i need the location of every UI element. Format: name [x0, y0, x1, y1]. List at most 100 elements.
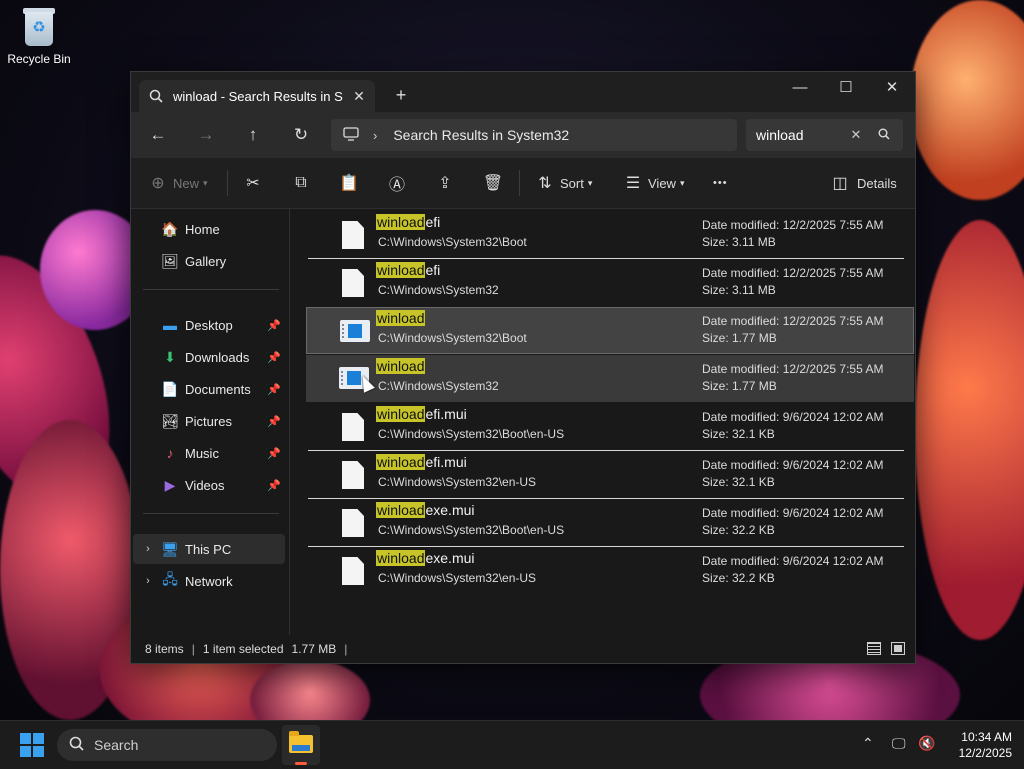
pin-icon: 📌	[267, 383, 281, 396]
file-name: winloadefi.mui	[376, 406, 467, 422]
taskbar-search[interactable]: Search	[57, 729, 277, 761]
sidebar-item-desktop[interactable]: ▬ Desktop 📌	[133, 310, 285, 340]
list-item[interactable]: winloadexe.mui C:\Windows\System32\Boot\…	[306, 499, 914, 547]
sidebar-divider	[143, 289, 279, 290]
clear-search-icon[interactable]: ✕	[848, 127, 864, 143]
list-item-selected[interactable]: winload C:\Windows\System32\Boot Date mo…	[306, 307, 914, 354]
match-highlight: winload	[376, 262, 426, 278]
sidebar-item-videos[interactable]: ▶ Videos 📌	[133, 470, 285, 500]
forward-button[interactable]: →	[191, 121, 221, 149]
sidebar-item-gallery[interactable]: 🖼 Gallery	[133, 246, 285, 276]
document-icon	[342, 461, 364, 489]
taskbar: Search ⌃ 🖵 🔇 10:34 AM 12/2/2025	[0, 720, 1024, 769]
search-results-list: winloadefi C:\Windows\System32\Boot Date…	[290, 209, 915, 635]
list-item[interactable]: winloadexe.mui C:\Windows\System32\en-US…	[306, 547, 914, 594]
search-box[interactable]: winload ✕	[746, 119, 903, 151]
list-item[interactable]: winloadefi C:\Windows\System32\Boot Date…	[306, 211, 914, 259]
start-button[interactable]	[20, 733, 44, 757]
network-status-icon[interactable]: 🖵	[892, 735, 906, 752]
rename-button[interactable]: Ⓐ	[386, 168, 408, 198]
match-highlight: winload	[376, 310, 426, 326]
file-name: winloadefi.mui	[376, 454, 467, 470]
recycle-bin-label: Recycle Bin	[7, 52, 71, 66]
list-item[interactable]: winloadefi.mui C:\Windows\System32\en-US…	[306, 451, 914, 499]
file-name-rest: exe.mui	[425, 550, 475, 566]
file-path: C:\Windows\System32\en-US	[378, 571, 537, 585]
document-icon	[342, 509, 364, 537]
tab-title: winload - Search Results in Sy	[173, 88, 343, 104]
new-button[interactable]: ⊕ New ▾	[147, 168, 207, 198]
chevron-right-icon[interactable]: ›	[373, 128, 377, 143]
list-item[interactable]: winloadefi C:\Windows\System32 Date modi…	[306, 259, 914, 306]
list-item[interactable]: winloadefi.mui C:\Windows\System32\Boot\…	[306, 403, 914, 451]
file-name-rest: efi.mui	[425, 454, 467, 470]
sidebar-item-label: Pictures	[185, 413, 232, 429]
file-name-rest: efi.mui	[425, 406, 467, 422]
details-pane-icon: ◫	[832, 175, 848, 192]
copy-button[interactable]: ⧉	[290, 168, 312, 198]
desktop-folder-icon: ▬	[163, 317, 177, 333]
cut-button[interactable]: ✂	[242, 168, 264, 198]
details-view-icon[interactable]	[867, 642, 881, 655]
chevron-right-icon[interactable]: ›	[141, 575, 155, 587]
sidebar-item-label: Videos	[185, 477, 225, 493]
more-options-button[interactable]: •••	[713, 168, 728, 198]
tab-search-results[interactable]: winload - Search Results in Sy ✕	[139, 80, 375, 112]
recycle-bin-shortcut[interactable]: ♻ Recycle Bin	[6, 6, 72, 66]
pin-icon: 📌	[267, 479, 281, 492]
documents-icon: 📄	[161, 380, 179, 397]
date-modified: Date modified: 12/2/2025 7:55 AM	[702, 266, 884, 280]
sort-button[interactable]: ⇅ Sort ▾	[534, 168, 592, 198]
sidebar-item-label: Music	[185, 445, 219, 461]
document-icon	[342, 413, 364, 441]
chevron-right-icon[interactable]: ›	[141, 543, 155, 555]
view-list-icon: ☰	[625, 175, 641, 192]
paste-button[interactable]: 📋	[338, 168, 360, 198]
sidebar-item-network[interactable]: › 🖧 Network	[133, 566, 285, 596]
file-name-rest: efi	[425, 262, 441, 278]
share-button[interactable]: ⇪	[434, 168, 456, 198]
system-clock[interactable]: 10:34 AM 12/2/2025	[940, 729, 1012, 761]
search-input[interactable]: winload	[756, 127, 836, 143]
list-item[interactable]: winload C:\Windows\System32 Date modifie…	[306, 355, 914, 402]
file-path: C:\Windows\System32	[378, 283, 499, 297]
pin-icon: 📌	[267, 415, 281, 428]
details-label: Details	[857, 175, 897, 191]
sidebar-item-downloads[interactable]: ⬇ Downloads 📌	[133, 342, 285, 372]
tiles-view-icon[interactable]	[891, 642, 905, 655]
breadcrumb[interactable]: Search Results in System32	[393, 127, 569, 143]
volume-muted-icon[interactable]: 🔇	[918, 735, 935, 752]
address-bar[interactable]: › Search Results in System32	[331, 119, 737, 151]
file-size: Size: 3.11 MB	[702, 235, 776, 249]
show-hidden-icons-button[interactable]: ⌃	[862, 735, 874, 752]
minimize-button[interactable]: —	[777, 72, 823, 102]
sidebar-item-pictures[interactable]: 🏞 Pictures 📌	[133, 406, 285, 436]
close-tab-icon[interactable]: ✕	[349, 86, 369, 106]
details-pane-button[interactable]: ◫ Details	[829, 168, 897, 198]
delete-button[interactable]: 🗑	[482, 168, 504, 198]
date-modified: Date modified: 9/6/2024 12:02 AM	[702, 410, 884, 424]
sidebar-item-home[interactable]: 🏠 Home	[133, 214, 285, 244]
refresh-button[interactable]: ↻	[286, 121, 316, 149]
close-window-button[interactable]: ✕	[869, 72, 915, 102]
new-tab-button[interactable]: +	[390, 84, 412, 106]
gallery-icon: 🖼	[161, 252, 179, 269]
sidebar-item-music[interactable]: ♪ Music 📌	[133, 438, 285, 468]
sidebar-item-label: This PC	[185, 541, 232, 557]
sidebar-item-this-pc[interactable]: › 🖥 This PC	[133, 534, 285, 564]
date-modified: Date modified: 9/6/2024 12:02 AM	[702, 554, 884, 568]
match-highlight: winload	[376, 406, 426, 422]
plus-circle-icon: ⊕	[151, 175, 165, 192]
sort-icon: ⇅	[538, 175, 552, 192]
match-highlight: winload	[376, 550, 426, 566]
file-name: winloadefi	[376, 214, 440, 230]
search-icon[interactable]	[876, 128, 892, 143]
maximize-button[interactable]: ☐	[823, 72, 869, 102]
sidebar-item-documents[interactable]: 📄 Documents 📌	[133, 374, 285, 404]
view-button[interactable]: ☰ View ▾	[622, 168, 685, 198]
up-button[interactable]: ↑	[238, 121, 268, 149]
back-button[interactable]: ←	[143, 121, 173, 149]
file-size: Size: 32.2 KB	[702, 571, 775, 585]
file-explorer-taskbar-button[interactable]	[282, 725, 320, 765]
rename-icon: Ⓐ	[388, 177, 405, 194]
